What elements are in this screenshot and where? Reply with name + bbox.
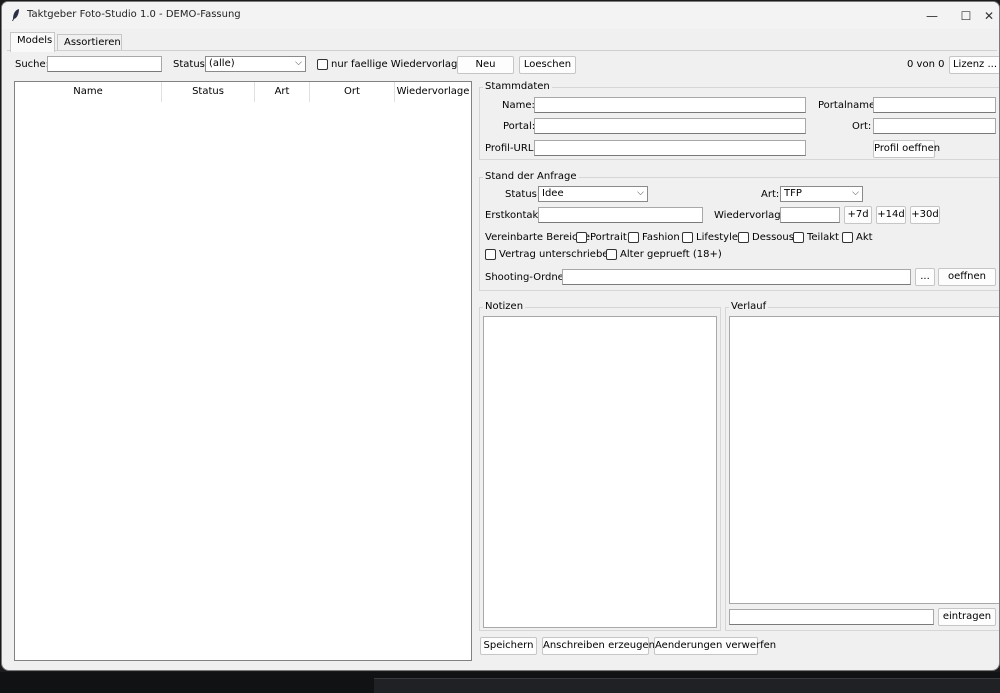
- checkbox-portrait[interactable]: [576, 232, 587, 243]
- profil-url-label: Profil-URL:: [485, 143, 537, 154]
- label-fashion: Fashion: [642, 232, 680, 243]
- notizen-textarea[interactable]: [483, 316, 717, 628]
- column-header-name[interactable]: Name: [15, 82, 162, 102]
- verlauf-title: Verlauf: [729, 301, 769, 312]
- art-value: TFP: [784, 188, 802, 199]
- stammdaten-title: Stammdaten: [483, 81, 552, 92]
- name-field[interactable]: [534, 97, 806, 113]
- checkbox-akt[interactable]: [842, 232, 853, 243]
- due-only-checkbox[interactable]: [317, 59, 328, 70]
- portalname-field[interactable]: [873, 97, 996, 113]
- profil-url-field[interactable]: [534, 140, 806, 156]
- anfrage-status-value: Idee: [542, 188, 564, 199]
- anfrage-status-select[interactable]: Idee ⌵: [538, 186, 648, 202]
- name-label: Name:: [502, 100, 535, 111]
- column-header-art[interactable]: Art: [255, 82, 310, 102]
- erstkontakt-label: Erstkontakt:: [485, 210, 546, 221]
- tab-assortieren[interactable]: Assortieren: [57, 34, 122, 51]
- title-bar: Taktgeber Foto-Studio 1.0 - DEMO-Fassung…: [2, 2, 999, 29]
- plus-7d-button[interactable]: +7d: [844, 206, 872, 224]
- close-button[interactable]: ✕: [977, 2, 999, 29]
- label-teilakt: Teilakt: [807, 232, 839, 243]
- portalname-label: Portalname:: [818, 100, 879, 111]
- chevron-down-icon: ⌵: [637, 188, 644, 198]
- maximize-icon: ☐: [960, 8, 972, 23]
- art-label: Art:: [761, 189, 780, 200]
- label-akt: Akt: [856, 232, 873, 243]
- portal-field[interactable]: [534, 118, 806, 134]
- column-header-wiedervorlage[interactable]: Wiedervorlage: [395, 82, 471, 102]
- label-dessous: Dessous: [752, 232, 794, 243]
- checkbox-fashion[interactable]: [628, 232, 639, 243]
- verlauf-log[interactable]: [729, 316, 999, 604]
- delete-button[interactable]: Loeschen: [519, 56, 576, 74]
- background-window-edge: [374, 678, 1000, 693]
- window-title: Taktgeber Foto-Studio 1.0 - DEMO-Fassung: [27, 9, 241, 20]
- new-button[interactable]: Neu: [457, 56, 514, 74]
- ort-field[interactable]: [873, 118, 996, 134]
- feather-icon: [12, 9, 19, 21]
- discard-changes-button[interactable]: Aenderungen verwerfen: [654, 637, 776, 655]
- ort-label: Ort:: [852, 121, 872, 132]
- ordner-label: Shooting-Ordner:: [485, 272, 572, 283]
- status-filter-select[interactable]: (alle) ⌵: [205, 56, 306, 72]
- wiedervorlage-label: Wiedervorlage:: [714, 210, 791, 221]
- label-portrait: Portrait: [590, 232, 627, 243]
- alter-checkbox[interactable]: [606, 249, 617, 260]
- minimize-icon: —: [926, 8, 938, 23]
- close-icon: ✕: [983, 8, 995, 23]
- erstkontakt-field[interactable]: [538, 207, 703, 223]
- create-letter-button[interactable]: Anschreiben erzeugen ...: [542, 637, 668, 655]
- chevron-down-icon: ⌵: [295, 58, 302, 68]
- tab-divider: [7, 50, 997, 51]
- browse-folder-button[interactable]: ...: [915, 268, 935, 286]
- desktop-background: [0, 672, 1000, 693]
- open-profile-button[interactable]: Profil oeffnen: [873, 140, 940, 158]
- search-label: Suche:: [15, 59, 50, 70]
- status-filter-value: (alle): [209, 58, 235, 69]
- checkbox-teilakt[interactable]: [793, 232, 804, 243]
- notizen-title: Notizen: [483, 301, 526, 312]
- alter-label: Alter geprueft (18+): [620, 249, 722, 260]
- search-input[interactable]: [47, 56, 162, 72]
- anfrage-title: Stand der Anfrage: [483, 171, 579, 182]
- checkbox-lifestyle[interactable]: [682, 232, 693, 243]
- label-lifestyle: Lifestyle: [696, 232, 739, 243]
- plus-30d-button[interactable]: +30d: [910, 206, 940, 224]
- art-select[interactable]: TFP ⌵: [780, 186, 863, 202]
- save-button[interactable]: Speichern: [480, 637, 537, 655]
- app-window: Taktgeber Foto-Studio 1.0 - DEMO-Fassung…: [1, 1, 1000, 671]
- checkbox-dessous[interactable]: [738, 232, 749, 243]
- vertrag-label: Vertrag unterschrieben: [499, 249, 615, 260]
- column-header-ort[interactable]: Ort: [310, 82, 395, 102]
- column-header-status[interactable]: Status: [162, 82, 255, 102]
- due-only-label: nur faellige Wiedervorlagen: [331, 59, 470, 70]
- open-folder-button[interactable]: oeffnen: [938, 268, 996, 286]
- license-button[interactable]: Lizenz ...: [949, 56, 999, 74]
- table-header: Name Status Art Ort Wiedervorlage: [15, 82, 471, 102]
- wiedervorlage-field[interactable]: [780, 207, 840, 223]
- verlauf-entry-field[interactable]: [729, 609, 934, 625]
- shooting-folder-field[interactable]: [562, 269, 911, 285]
- models-table[interactable]: Name Status Art Ort Wiedervorlage: [14, 81, 472, 661]
- plus-14d-button[interactable]: +14d: [876, 206, 906, 224]
- status-filter-label: Status:: [173, 59, 209, 70]
- add-entry-button[interactable]: eintragen: [938, 608, 996, 626]
- anfrage-status-label: Status:: [505, 189, 541, 200]
- chevron-down-icon: ⌵: [852, 188, 859, 198]
- record-count: 0 von 0: [907, 59, 945, 70]
- portal-label: Portal:: [503, 121, 536, 132]
- vertrag-checkbox[interactable]: [485, 249, 496, 260]
- tab-models[interactable]: Models: [10, 32, 55, 52]
